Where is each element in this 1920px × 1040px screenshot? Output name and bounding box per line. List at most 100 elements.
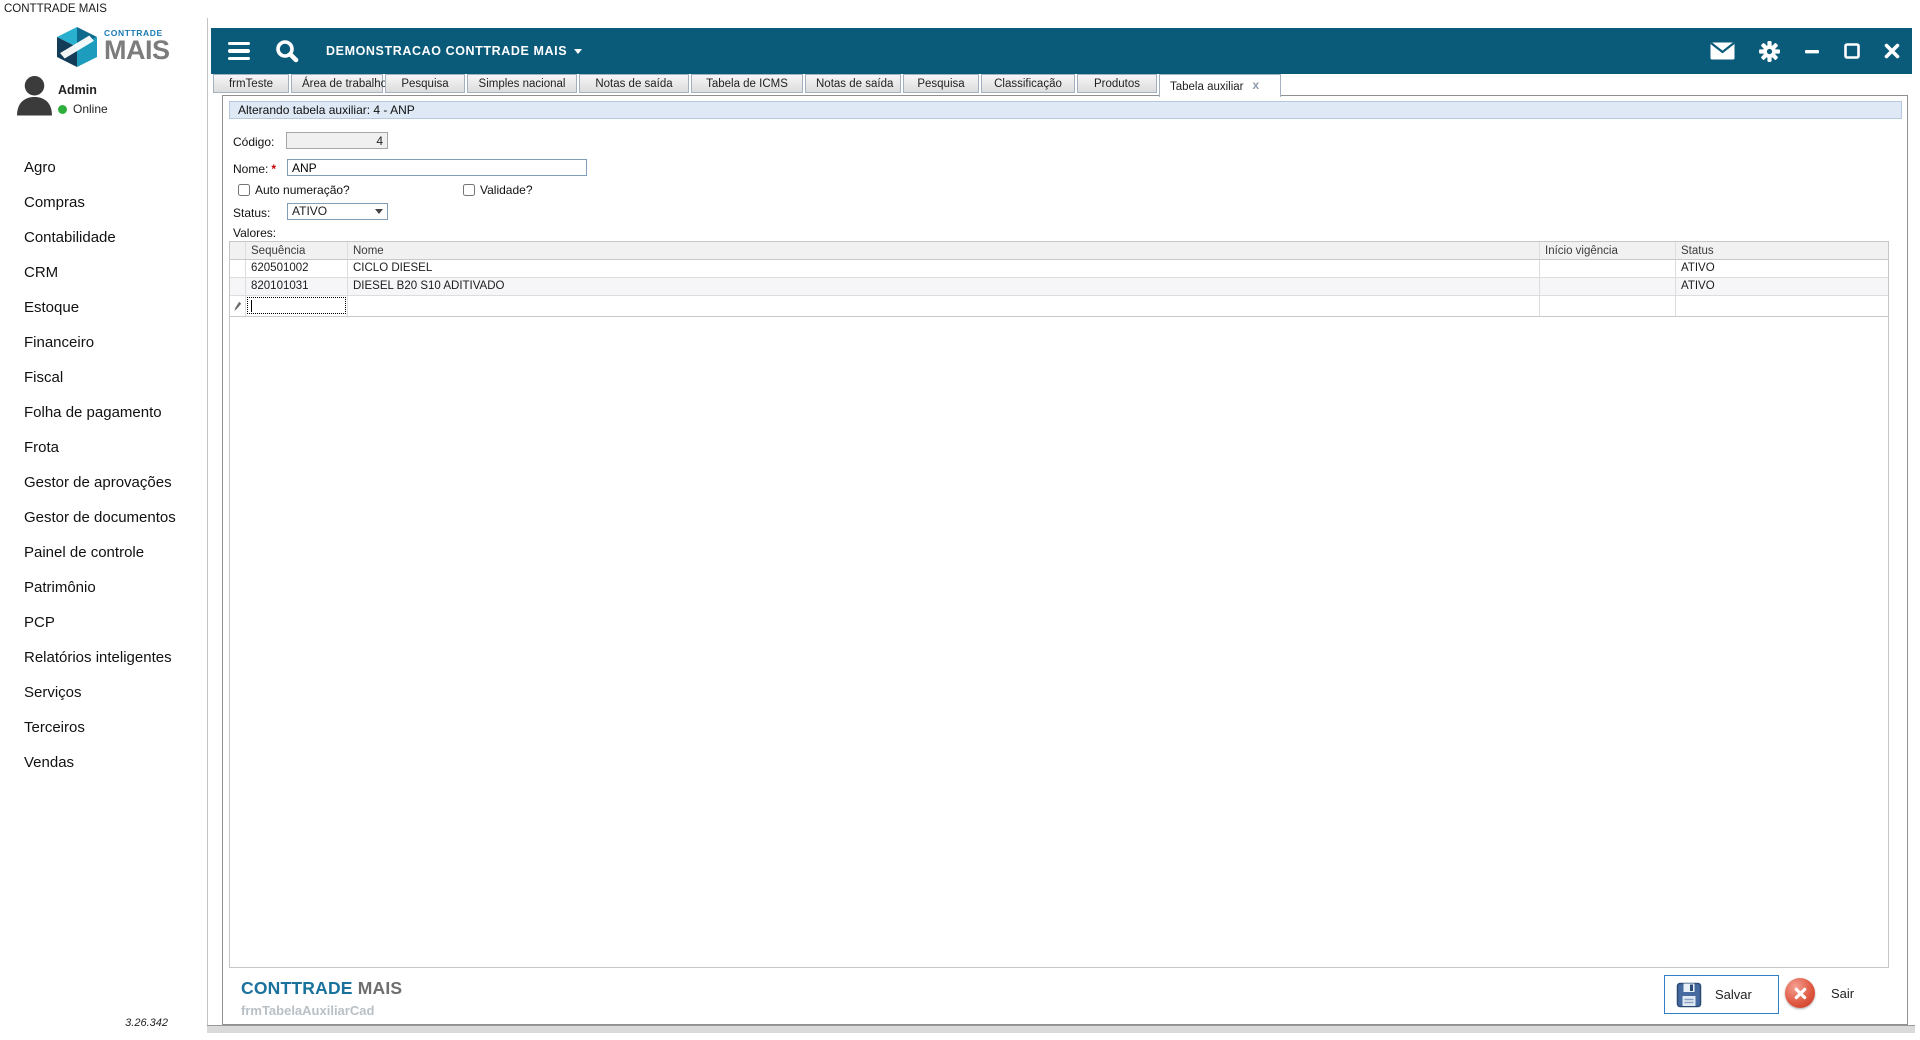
sidebar-item-contabilidade[interactable]: Contabilidade — [0, 220, 207, 255]
sidebar-item-compras[interactable]: Compras — [0, 185, 207, 220]
tab-tabela-auxiliar[interactable]: Tabela auxiliar x — [1159, 74, 1281, 97]
sidebar-item-estoque[interactable]: Estoque — [0, 290, 207, 325]
chevron-down-icon — [574, 48, 583, 54]
sidebar: CONTTRADE MAIS Admin Online Agro Compras… — [0, 18, 207, 1033]
tab-produtos[interactable]: Produtos — [1077, 74, 1157, 93]
sidebar-item-fiscal[interactable]: Fiscal — [0, 360, 207, 395]
edit-pencil-icon — [230, 296, 246, 316]
sidebar-item-crm[interactable]: CRM — [0, 255, 207, 290]
cell-sequencia-editor-wrap — [246, 296, 348, 316]
validade-checkbox-label: Validade? — [463, 183, 533, 197]
sidebar-item-painel-de-controle[interactable]: Painel de controle — [0, 535, 207, 570]
save-button-label: Salvar — [1715, 987, 1752, 1002]
sidebar-item-frota[interactable]: Frota — [0, 430, 207, 465]
tab-notas-de-saida-1[interactable]: Notas de saída — [579, 74, 689, 93]
tab-tabela-de-icms[interactable]: Tabela de ICMS — [691, 74, 803, 93]
sequencia-editor[interactable] — [247, 297, 346, 314]
exit-button[interactable]: Sair — [1785, 978, 1854, 1008]
avatar — [17, 75, 52, 116]
sidebar-item-patrimonio[interactable]: Patrimônio — [0, 570, 207, 605]
footer-brand-conttrade: CONTTRADE — [241, 978, 353, 998]
close-icon[interactable] — [1884, 43, 1900, 59]
footer-brand-mais: MAIS — [357, 978, 403, 998]
sidebar-item-folha-de-pagamento[interactable]: Folha de pagamento — [0, 395, 207, 430]
status-select[interactable]: ATIVO — [287, 203, 388, 220]
cell-sequencia[interactable]: 820101031 — [246, 278, 348, 295]
tab-simples-nacional[interactable]: Simples nacional — [467, 74, 577, 93]
row-indicator — [230, 260, 246, 277]
status-label: Status: — [233, 206, 271, 220]
sidebar-item-agro[interactable]: Agro — [0, 150, 207, 185]
status-select-value: ATIVO — [292, 204, 328, 218]
sidebar-item-vendas[interactable]: Vendas — [0, 745, 207, 780]
sidebar-item-financeiro[interactable]: Financeiro — [0, 325, 207, 360]
save-button[interactable]: Salvar — [1664, 975, 1779, 1014]
sidebar-item-gestor-de-documentos[interactable]: Gestor de documentos — [0, 500, 207, 535]
maximize-icon[interactable] — [1844, 43, 1860, 59]
sidebar-item-relatorios-inteligentes[interactable]: Relatórios inteligentes — [0, 640, 207, 675]
online-dot-icon — [58, 104, 67, 114]
search-icon[interactable] — [274, 38, 300, 64]
tab-pesquisa-2[interactable]: Pesquisa — [903, 74, 979, 93]
valores-grid: Sequência Nome Início vigência Status 62… — [229, 241, 1889, 968]
app-logo-text: CONTTRADE MAIS — [104, 28, 170, 65]
auto-numeracao-checkbox[interactable] — [238, 184, 250, 196]
company-selector-label: DEMONSTRACAO CONTTRADE MAIS — [326, 44, 568, 58]
sidebar-item-pcp[interactable]: PCP — [0, 605, 207, 640]
tab-tabela-auxiliar-label: Tabela auxiliar — [1170, 81, 1244, 93]
grid-new-row[interactable] — [230, 296, 1888, 317]
grid-header-sequencia[interactable]: Sequência — [246, 242, 348, 259]
minimize-icon[interactable] — [1804, 43, 1820, 59]
settings-gear-icon[interactable] — [1759, 40, 1780, 62]
menu-icon[interactable] — [228, 41, 250, 61]
tab-frmteste[interactable]: frmTeste — [213, 74, 289, 93]
cell-status[interactable] — [1676, 296, 1888, 316]
tab-classificacao[interactable]: Classificação — [981, 74, 1075, 93]
table-row[interactable]: 820101031 DIESEL B20 S10 ADITIVADO ATIVO — [230, 278, 1888, 296]
sidebar-item-servicos[interactable]: Serviços — [0, 675, 207, 710]
grid-header-status[interactable]: Status — [1676, 242, 1888, 259]
user-status: Online — [58, 102, 108, 116]
tab-bar: frmTeste Área de trabalho Pesquisa Simpl… — [213, 74, 1283, 97]
nome-input[interactable] — [287, 159, 587, 176]
grid-header-inicio-vigencia[interactable]: Início vigência — [1540, 242, 1676, 259]
valores-label: Valores: — [233, 226, 277, 240]
sidebar-menu: Agro Compras Contabilidade CRM Estoque F… — [0, 150, 207, 780]
cell-status[interactable]: ATIVO — [1676, 260, 1888, 277]
company-selector[interactable]: DEMONSTRACAO CONTTRADE MAIS — [326, 44, 583, 58]
cell-nome[interactable]: CICLO DIESEL — [348, 260, 1540, 277]
mail-icon[interactable] — [1710, 42, 1735, 60]
sidebar-item-terceiros[interactable]: Terceiros — [0, 710, 207, 745]
cell-sequencia[interactable]: 620501002 — [246, 260, 348, 277]
cell-status[interactable]: ATIVO — [1676, 278, 1888, 295]
tab-pesquisa-1[interactable]: Pesquisa — [385, 74, 465, 93]
user-name: Admin — [58, 83, 97, 97]
codigo-input — [286, 132, 388, 149]
tab-close-icon[interactable]: x — [1253, 77, 1260, 94]
cell-inicio-vigencia[interactable] — [1540, 296, 1676, 316]
dropdown-arrow-icon — [375, 209, 383, 214]
exit-x-icon — [1785, 978, 1815, 1008]
grid-header-nome[interactable]: Nome — [348, 242, 1540, 259]
form-internal-name: frmTabelaAuxiliarCad — [241, 1003, 375, 1018]
app-logo-icon — [57, 27, 97, 67]
exit-button-label: Sair — [1831, 985, 1855, 1001]
checkbox-row: Auto numeração? Validade? — [223, 183, 1907, 197]
cell-inicio-vigencia[interactable] — [1540, 278, 1676, 295]
codigo-label: Código: — [233, 135, 275, 149]
validade-checkbox[interactable] — [463, 184, 475, 196]
row-indicator — [230, 278, 246, 295]
sidebar-item-gestor-de-aprovacoes[interactable]: Gestor de aprovações — [0, 465, 207, 500]
topbar-actions — [1710, 40, 1900, 62]
cell-nome[interactable]: DIESEL B20 S10 ADITIVADO — [348, 278, 1540, 295]
online-label: Online — [73, 102, 108, 116]
table-row[interactable]: 620501002 CICLO DIESEL ATIVO — [230, 260, 1888, 278]
tab-area-de-trabalho[interactable]: Área de trabalho — [291, 74, 387, 93]
logo-mais-label: MAIS — [104, 35, 170, 65]
window-title: CONTTRADE MAIS — [4, 3, 107, 15]
cell-nome[interactable] — [348, 296, 1540, 316]
content-panel: Alterando tabela auxiliar: 4 - ANP Códig… — [222, 95, 1908, 1025]
nome-label: Nome: * — [233, 162, 277, 176]
cell-inicio-vigencia[interactable] — [1540, 260, 1676, 277]
tab-notas-de-saida-2[interactable]: Notas de saída — [805, 74, 901, 93]
